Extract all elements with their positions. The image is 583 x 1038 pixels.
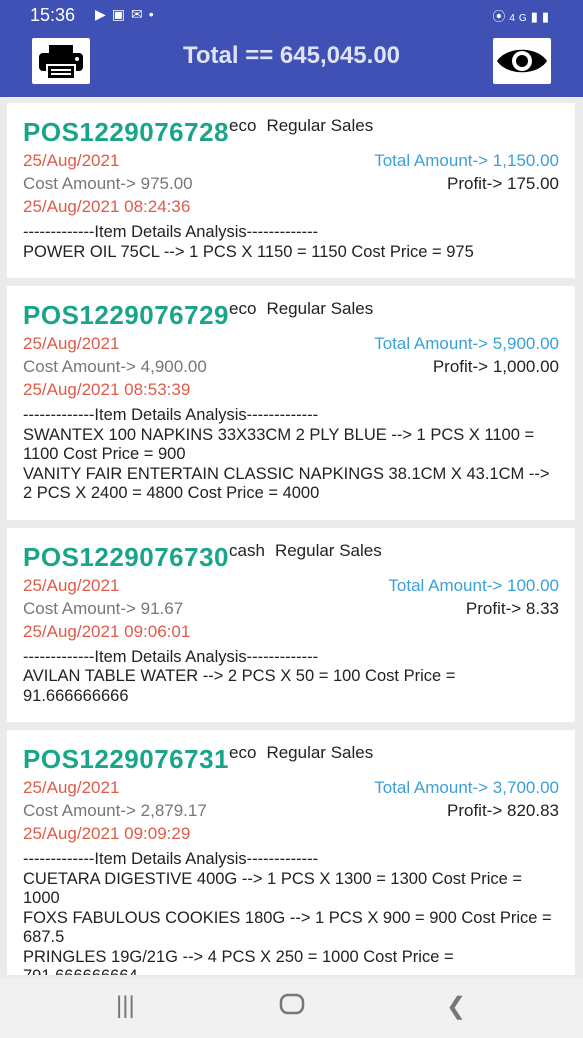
date-total-row: 25/Aug/2021 Total Amount-> 1,150.00 xyxy=(23,151,559,174)
item-line: FOXS FABULOUS COOKIES 180G --> 1 PCS X 9… xyxy=(23,908,552,947)
profit: Profit-> 175.00 xyxy=(447,174,559,193)
date-total-row: 25/Aug/2021 Total Amount-> 3,700.00 xyxy=(23,778,559,801)
sale-card[interactable]: POS1229076731eco Regular Sales 25/Aug/202… xyxy=(7,730,575,975)
pos-number: POS1229076731 xyxy=(23,744,230,774)
payment-type: cash xyxy=(229,540,265,560)
image-icon: ▣ xyxy=(111,6,132,22)
sale-datetime: 25/Aug/2021 08:53:39 xyxy=(23,380,191,399)
item-details: -------------Item Details Analysis------… xyxy=(23,850,559,975)
sale-date: 25/Aug/2021 xyxy=(23,575,120,595)
dot-icon: • xyxy=(148,6,160,22)
payment-type: eco xyxy=(229,299,257,318)
cost-profit-row: Cost Amount-> 91.67 Profit-> 8.33 xyxy=(23,599,559,622)
sale-date: 25/Aug/2021 xyxy=(23,778,120,797)
eye-icon xyxy=(497,49,547,73)
payment-type: eco xyxy=(229,743,257,762)
date-total-row: 25/Aug/2021 Total Amount-> 100.00 xyxy=(23,576,559,599)
item-line: PRINGLES 19G/21G --> 4 PCS X 250 = 1000 … xyxy=(23,947,454,976)
sales-list[interactable]: POS1229076728eco Regular Sales 25/Aug/202… xyxy=(7,103,575,975)
date-total-row: 25/Aug/2021 Total Amount-> 5,900.00 xyxy=(23,334,559,357)
cost-profit-row: Cost Amount-> 2,879.17 Profit-> 820.83 xyxy=(23,801,559,824)
4g-icon: 4G xyxy=(509,13,531,24)
item-line: VANITY FAIR ENTERTAIN CLASSIC NAPKINGS 3… xyxy=(23,464,550,503)
hotspot-icon: ⦿ xyxy=(492,9,510,24)
item-line: SWANTEX 100 NAPKINS 33X33CM 2 PLY BLUE -… xyxy=(23,425,535,464)
sale-datetime: 25/Aug/2021 09:09:29 xyxy=(23,824,191,843)
item-details: -------------Item Details Analysis------… xyxy=(23,223,559,262)
datetime-row: 25/Aug/2021 08:24:36 xyxy=(23,197,559,220)
cost-amount: Cost Amount-> 4,900.00 xyxy=(23,357,207,376)
profit: Profit-> 1,000.00 xyxy=(432,357,559,376)
total-amount: Total Amount-> 3,700.00 xyxy=(374,778,559,797)
sale-type: Regular Sales xyxy=(274,540,382,560)
status-time: 15:36 xyxy=(30,5,76,25)
sale-card[interactable]: POS1229076728eco Regular Sales 25/Aug/202… xyxy=(7,103,575,278)
item-line: AVILAN TABLE WATER --> 2 PCS X 50 = 100 … xyxy=(23,667,456,705)
datetime-row: 25/Aug/2021 09:06:01 xyxy=(23,622,559,645)
sale-date: 25/Aug/2021 xyxy=(23,151,120,170)
sale-card-head: POS1229076731eco Regular Sales xyxy=(23,743,559,778)
item-details: -------------Item Details Analysis------… xyxy=(23,648,559,707)
cost-amount: Cost Amount-> 91.67 xyxy=(23,598,184,618)
analysis-header: -------------Item Details Analysis------… xyxy=(23,647,319,666)
back-icon[interactable]: ❮ xyxy=(446,992,466,1021)
sale-card[interactable]: POS1229076729eco Regular Sales 25/Aug/202… xyxy=(7,286,575,520)
status-right-icons: ⦿4G▮▮ xyxy=(492,6,553,25)
app-bar: Total == 645,045.00 xyxy=(0,30,583,97)
system-nav-bar: ||| ❮ xyxy=(0,978,583,1038)
sale-type: Regular Sales xyxy=(266,743,374,762)
sale-card[interactable]: POS1229076730cash Regular Sales 25/Aug/20… xyxy=(7,527,575,722)
sale-datetime: 25/Aug/2021 09:06:01 xyxy=(23,621,191,641)
profit: Profit-> 820.83 xyxy=(447,801,559,820)
item-line: CUETARA DIGESTIVE 400G --> 1 PCS X 1300 … xyxy=(23,869,523,908)
status-bar: 15:36 ▶▣✉• ⦿4G▮▮ xyxy=(0,0,583,30)
analysis-header: -------------Item Details Analysis------… xyxy=(23,406,319,424)
profit: Profit-> 8.33 xyxy=(465,598,559,618)
sale-card-head: POS1229076728eco Regular Sales xyxy=(23,116,559,151)
cost-profit-row: Cost Amount-> 4,900.00 Profit-> 1,000.00 xyxy=(23,357,559,380)
sale-type: Regular Sales xyxy=(266,116,374,135)
payment-type: eco xyxy=(229,116,257,135)
play-icon: ▶ xyxy=(95,6,112,22)
sale-card-head: POS1229076729eco Regular Sales xyxy=(23,299,559,334)
analysis-header: -------------Item Details Analysis------… xyxy=(23,223,319,241)
cost-amount: Cost Amount-> 2,879.17 xyxy=(23,801,207,820)
datetime-row: 25/Aug/2021 08:53:39 xyxy=(23,380,559,403)
mail-icon: ✉ xyxy=(131,6,149,22)
home-icon[interactable] xyxy=(278,992,306,1023)
signal-icon: ▮ xyxy=(530,9,542,24)
status-left-icons: ▶▣✉• xyxy=(95,6,160,23)
datetime-row: 25/Aug/2021 09:09:29 xyxy=(23,824,559,847)
battery-icon: ▮ xyxy=(541,9,553,24)
item-details: -------------Item Details Analysis------… xyxy=(23,406,559,504)
sale-card-head: POS1229076730cash Regular Sales xyxy=(23,540,559,576)
total-amount: Total Amount-> 5,900.00 xyxy=(374,334,559,353)
total-amount: Total Amount-> 100.00 xyxy=(388,575,559,595)
sale-date: 25/Aug/2021 xyxy=(23,334,120,353)
pos-number: POS1229076730 xyxy=(23,541,230,572)
recents-icon[interactable]: ||| xyxy=(116,992,135,1020)
sale-datetime: 25/Aug/2021 08:24:36 xyxy=(23,197,191,216)
total-amount: Total Amount-> 1,150.00 xyxy=(374,151,559,170)
analysis-header: -------------Item Details Analysis------… xyxy=(23,850,319,868)
pos-number: POS1229076728 xyxy=(23,117,230,147)
sale-type: Regular Sales xyxy=(266,299,374,318)
pos-number: POS1229076729 xyxy=(23,300,230,330)
cost-amount: Cost Amount-> 975.00 xyxy=(23,174,193,193)
view-button[interactable] xyxy=(493,38,551,84)
item-line: POWER OIL 75CL --> 1 PCS X 1150 = 1150 C… xyxy=(23,242,474,261)
cost-profit-row: Cost Amount-> 975.00 Profit-> 175.00 xyxy=(23,174,559,197)
